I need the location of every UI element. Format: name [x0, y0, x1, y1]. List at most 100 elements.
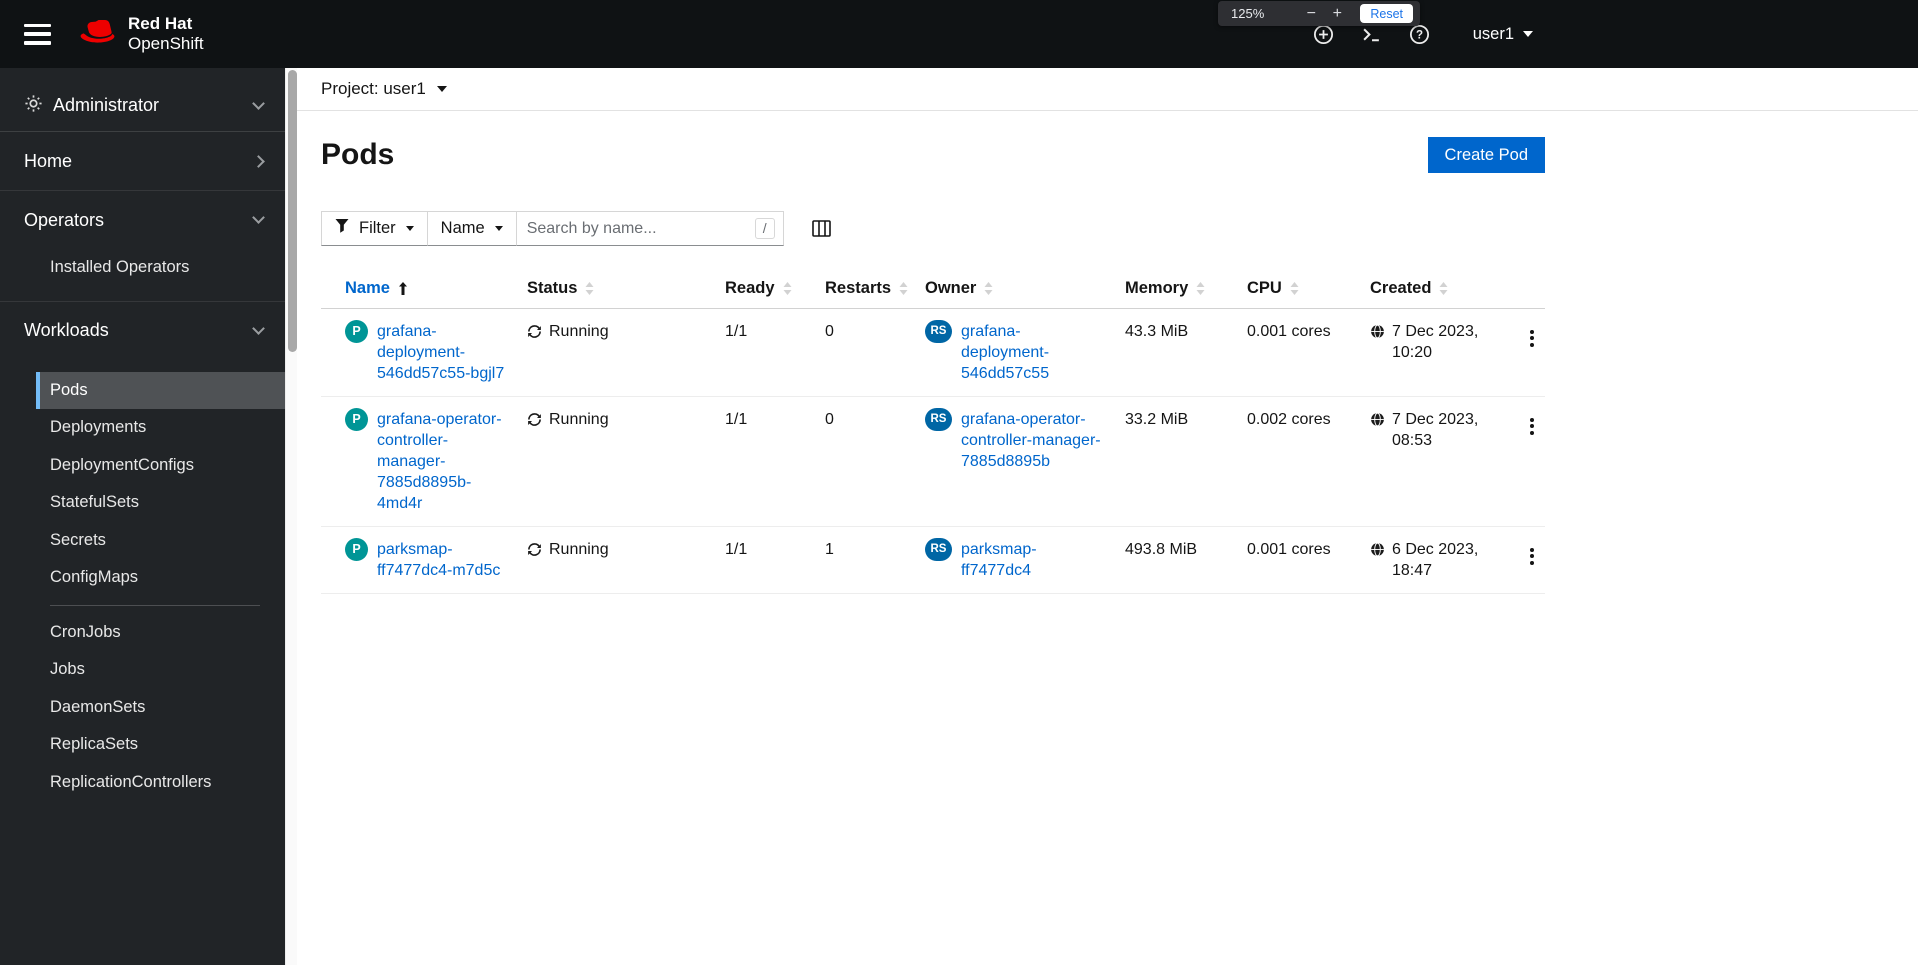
pod-badge: P: [345, 538, 368, 561]
redhat-openshift-logo[interactable]: Red Hat OpenShift: [79, 14, 204, 53]
cell-memory: 43.3 MiB: [1125, 323, 1189, 340]
project-selector[interactable]: Project: user1: [321, 79, 447, 99]
sidebar-scrollbar[interactable]: [285, 68, 297, 965]
plus-circle-icon[interactable]: [1313, 23, 1335, 45]
nav-toggle-button[interactable]: [24, 23, 51, 45]
column-header-status[interactable]: Status: [511, 273, 709, 308]
cell-owner: RS parksmap-ff7477dc4: [909, 527, 1109, 593]
replicaset-badge: RS: [925, 408, 952, 431]
sort-icon: [1439, 282, 1448, 295]
perspective-switcher[interactable]: Administrator: [0, 80, 285, 132]
pods-table: Name Status Ready Restarts Owner Memory …: [321, 273, 1545, 594]
chevron-down-icon: [436, 86, 447, 92]
pod-badge: P: [345, 408, 368, 431]
nav-divider: [50, 604, 260, 606]
filter-icon: [335, 219, 349, 238]
brand-name-top: Red Hat: [128, 14, 193, 34]
sidebar-item-deployments[interactable]: Deployments: [36, 409, 285, 447]
sidebar-item-statefulsets[interactable]: StatefulSets: [36, 484, 285, 522]
user-menu[interactable]: user1: [1473, 25, 1533, 44]
owner-link[interactable]: grafana-deployment-546dd57c55: [961, 321, 1103, 384]
cell-name: P grafana-deployment-546dd57c55-bgjl7: [321, 309, 511, 396]
owner-link[interactable]: parksmap-ff7477dc4: [961, 539, 1103, 581]
sync-icon: [527, 324, 542, 339]
pod-badge: P: [345, 320, 368, 343]
scrollbar-thumb[interactable]: [287, 70, 297, 352]
column-header-cpu[interactable]: CPU: [1231, 273, 1354, 308]
pod-name-link[interactable]: grafana-operator-controller-manager-7885…: [377, 409, 505, 514]
cell-status: Running: [511, 527, 709, 593]
cell-cpu: 0.001 cores: [1247, 541, 1331, 558]
name-filter-dropdown[interactable]: Name: [426, 211, 517, 246]
manage-columns-button[interactable]: [810, 217, 834, 241]
table-row: P grafana-deployment-546dd57c55-bgjl7 Ru…: [321, 309, 1545, 397]
chevron-down-icon: [252, 211, 265, 224]
filter-dropdown-label: Filter: [359, 219, 396, 237]
masthead: Red Hat OpenShift ? user1: [0, 0, 1918, 68]
create-pod-button[interactable]: Create Pod: [1427, 137, 1545, 173]
sidebar-item-daemonsets[interactable]: DaemonSets: [36, 689, 285, 727]
search-input[interactable]: [516, 219, 755, 238]
sidebar-item-home[interactable]: Home: [0, 132, 285, 190]
sidebar-item-deploymentconfigs[interactable]: DeploymentConfigs: [36, 447, 285, 485]
redhat-hat-icon: [79, 18, 119, 51]
kebab-menu-button[interactable]: [1524, 411, 1540, 441]
sidebar-item-cronjobs[interactable]: CronJobs: [36, 614, 285, 652]
status-text: Running: [549, 323, 609, 340]
column-header-created[interactable]: Created: [1354, 273, 1494, 308]
cell-name: P grafana-operator-controller-manager-78…: [321, 397, 511, 526]
filter-dropdown[interactable]: Filter: [321, 211, 428, 246]
column-header-restarts[interactable]: Restarts: [809, 273, 909, 308]
sidebar-item-installed-operators[interactable]: Installed Operators: [36, 249, 285, 287]
cell-created: 7 Dec 2023, 08:53: [1354, 397, 1494, 526]
zoom-level: 125%: [1231, 6, 1265, 21]
column-header-actions: [1494, 273, 1545, 308]
main-content: Project: user1 Pods Create Pod Filter Na…: [297, 68, 1918, 965]
nav-section-workloads: Workloads Pods Deployments DeploymentCon…: [0, 302, 285, 802]
cell-name: P parksmap-ff7477dc4-m7d5c: [321, 527, 511, 593]
zoom-out-button[interactable]: −: [1298, 2, 1324, 26]
zoom-reset-button[interactable]: Reset: [1360, 4, 1413, 23]
kebab-menu-button[interactable]: [1524, 541, 1540, 571]
table-header-row: Name Status Ready Restarts Owner Memory …: [321, 273, 1545, 309]
cell-created: 7 Dec 2023, 10:20: [1354, 309, 1494, 396]
browser-zoom-popup: 125% − + Reset: [1218, 1, 1420, 26]
cell-created: 6 Dec 2023, 18:47: [1354, 527, 1494, 593]
sort-ascending-icon: [398, 282, 408, 295]
cell-restarts: 0: [825, 323, 834, 340]
slash-shortcut-hint: /: [754, 218, 775, 239]
table-row: P grafana-operator-controller-manager-78…: [321, 397, 1545, 527]
sidebar-item-jobs[interactable]: Jobs: [36, 651, 285, 689]
sidebar-item-replicasets[interactable]: ReplicaSets: [36, 726, 285, 764]
terminal-icon[interactable]: [1361, 23, 1383, 45]
perspective-label: Administrator: [53, 95, 160, 115]
sync-icon: [527, 542, 542, 557]
chevron-down-icon: [252, 321, 265, 335]
sidebar-item-workloads[interactable]: Workloads: [0, 302, 285, 360]
column-header-memory[interactable]: Memory: [1109, 273, 1231, 308]
cell-memory: 33.2 MiB: [1125, 411, 1189, 428]
sort-icon: [984, 282, 993, 295]
column-header-name[interactable]: Name: [321, 273, 511, 308]
user-menu-label: user1: [1472, 24, 1514, 43]
pod-name-link[interactable]: grafana-deployment-546dd57c55-bgjl7: [377, 321, 505, 384]
column-header-owner[interactable]: Owner: [909, 273, 1109, 308]
sidebar-item-configmaps[interactable]: ConfigMaps: [36, 559, 285, 597]
help-icon[interactable]: ?: [1409, 23, 1431, 45]
owner-link[interactable]: grafana-operator-controller-manager-7885…: [961, 409, 1103, 472]
cell-cpu: 0.001 cores: [1247, 323, 1331, 340]
cell-restarts: 1: [825, 541, 834, 558]
column-header-ready[interactable]: Ready: [709, 273, 809, 308]
pod-name-link[interactable]: parksmap-ff7477dc4-m7d5c: [377, 539, 505, 581]
sidebar-item-pods[interactable]: Pods: [36, 371, 285, 409]
nav-section-operators: Operators Installed Operators: [0, 191, 285, 302]
kebab-menu-button[interactable]: [1524, 323, 1540, 353]
cell-status: Running: [511, 309, 709, 396]
sidebar-item-replicationcontrollers[interactable]: ReplicationControllers: [36, 764, 285, 802]
zoom-in-button[interactable]: +: [1324, 2, 1350, 26]
project-bar: Project: user1: [297, 68, 1918, 111]
sidebar-item-operators[interactable]: Operators: [0, 191, 285, 249]
sidebar-item-secrets[interactable]: Secrets: [36, 522, 285, 560]
cell-status: Running: [511, 397, 709, 526]
cell-restarts: 0: [825, 411, 834, 428]
